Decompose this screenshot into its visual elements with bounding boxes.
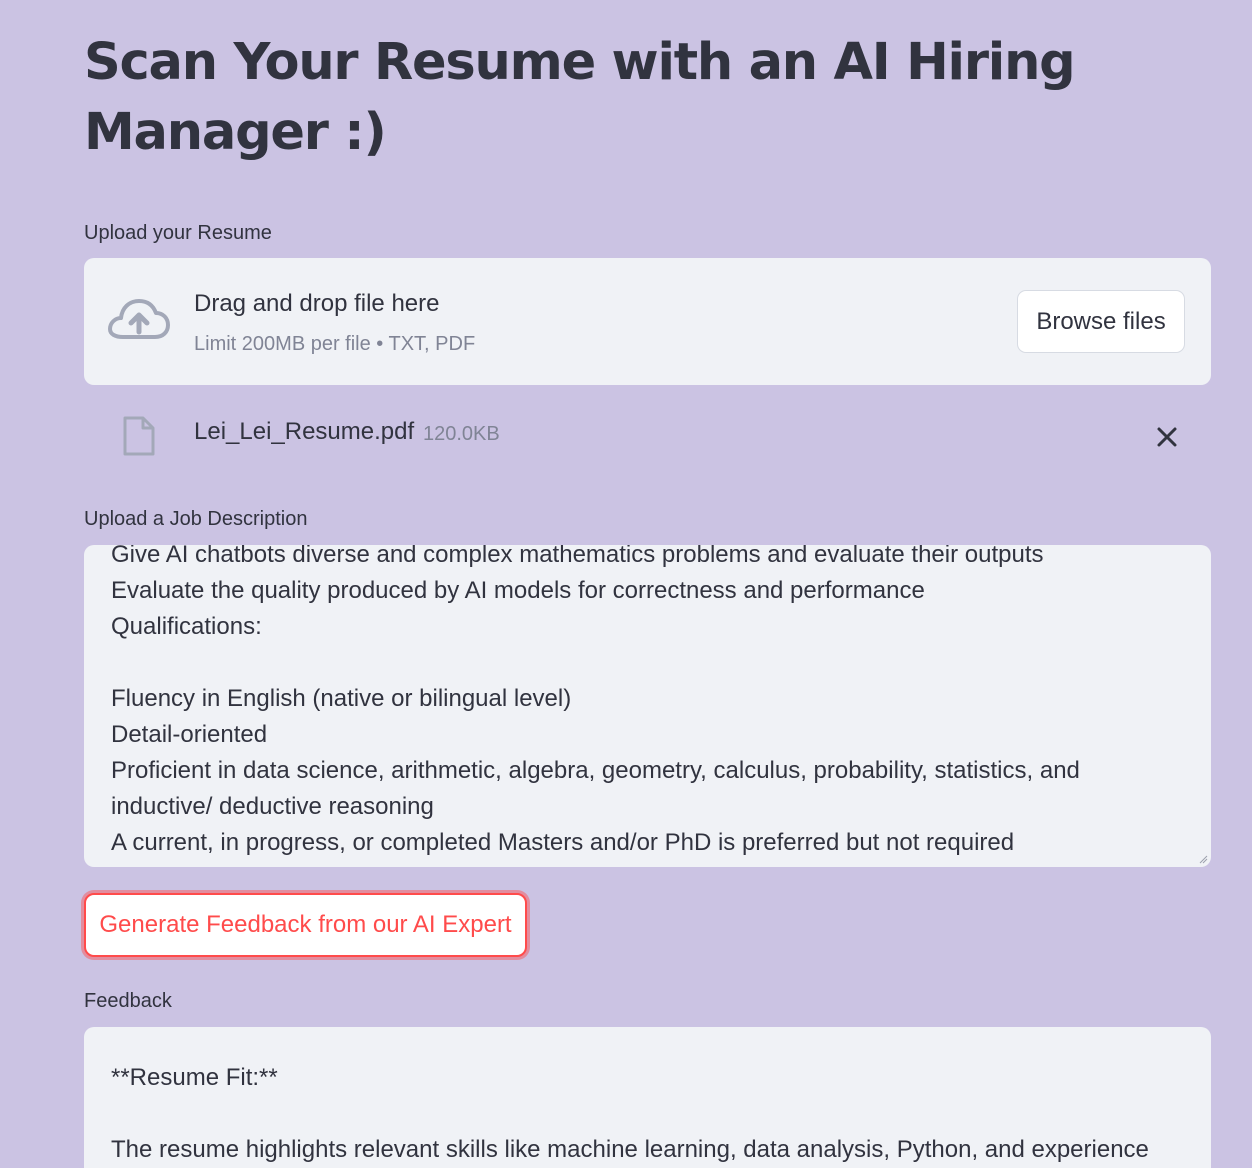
job-description-textarea[interactable]: Give AI chatbots diverse and complex mat… [84, 545, 1211, 867]
resize-handle-icon[interactable] [1198, 854, 1208, 864]
close-icon [1157, 427, 1177, 447]
browse-files-button[interactable]: Browse files [1017, 290, 1185, 353]
upload-limit-hint: Limit 200MB per file • TXT, PDF [194, 333, 476, 355]
resume-dropzone[interactable]: Drag and drop file here Limit 200MB per … [84, 258, 1211, 385]
file-icon [123, 416, 155, 456]
uploaded-file-size: 120.0KB [423, 423, 500, 445]
uploaded-file-name: Lei_Lei_Resume.pdf [194, 418, 415, 445]
job-description-text[interactable]: Give AI chatbots diverse and complex mat… [111, 545, 1171, 861]
resume-upload-label: Upload your Resume [84, 222, 272, 244]
feedback-text[interactable]: **Resume Fit:** The resume highlights re… [111, 1060, 1171, 1168]
remove-file-button[interactable] [1152, 422, 1182, 452]
uploaded-file-row: Lei_Lei_Resume.pdf 120.0KB [84, 410, 1211, 460]
cloud-upload-icon [108, 299, 170, 339]
feedback-textarea[interactable]: **Resume Fit:** The resume highlights re… [84, 1027, 1211, 1168]
generate-feedback-button[interactable]: Generate Feedback from our AI Expert [84, 893, 527, 957]
job-description-label: Upload a Job Description [84, 508, 308, 530]
page-title: Scan Your Resume with an AI Hiring Manag… [84, 33, 1076, 162]
dropzone-instructions: Drag and drop file here [194, 290, 440, 317]
streamlit-page: Scan Your Resume with an AI Hiring Manag… [0, 0, 1252, 1168]
feedback-label: Feedback [84, 990, 172, 1012]
